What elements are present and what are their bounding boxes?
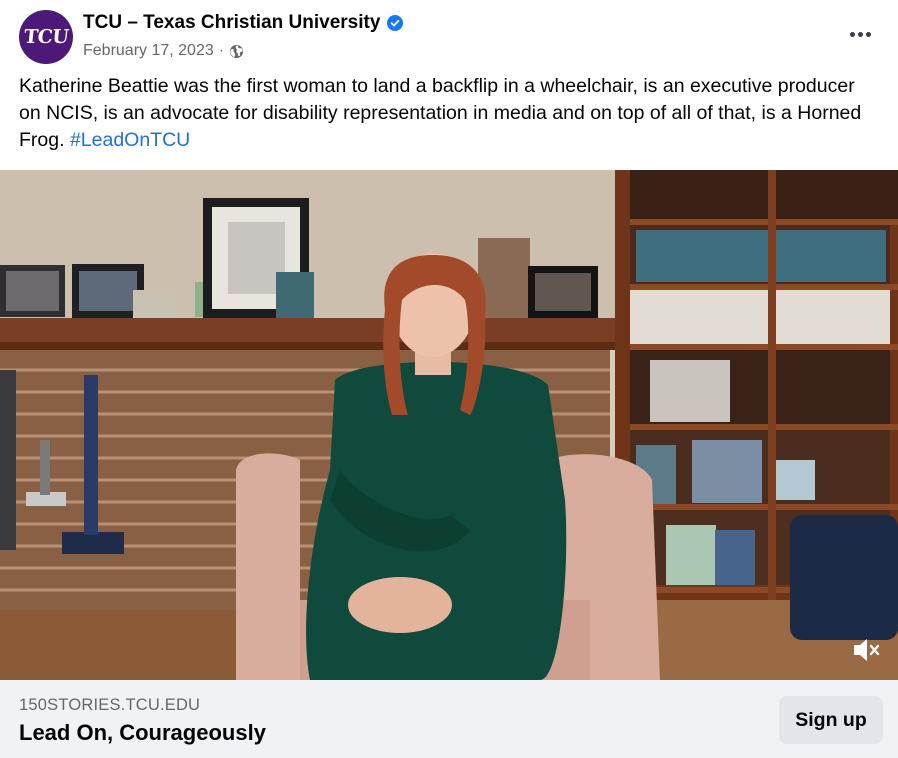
link-title[interactable]: Lead On, Courageously — [19, 720, 266, 746]
sign-up-button[interactable]: Sign up — [779, 696, 883, 744]
post-meta: February 17, 2023 · — [83, 42, 244, 60]
verified-badge-icon — [387, 15, 404, 31]
page-name-row: TCU – Texas Christian University — [83, 12, 404, 34]
page-name-link[interactable]: TCU – Texas Christian University — [83, 12, 380, 34]
link-preview[interactable]: 150STORIES.TCU.EDU Lead On, Courageously… — [0, 680, 898, 758]
more-options-button[interactable] — [842, 20, 878, 48]
more-horizontal-icon — [865, 31, 871, 37]
hashtag-link[interactable]: #LeadOnTCU — [70, 129, 190, 151]
post-date-link[interactable]: February 17, 2023 — [83, 42, 214, 60]
link-domain: 150STORIES.TCU.EDU — [19, 696, 201, 714]
globe-icon — [229, 44, 244, 59]
post-header: TCU TCU – Texas Christian University Feb… — [0, 0, 898, 70]
post-caption: Katherine Beattie was the first woman to… — [19, 73, 869, 154]
avatar-logo-text: TCU — [22, 26, 70, 48]
muted-speaker-icon[interactable] — [852, 636, 882, 664]
video-frame — [0, 170, 898, 680]
more-horizontal-icon — [849, 31, 855, 37]
page-avatar[interactable]: TCU — [19, 10, 73, 64]
video-player[interactable] — [0, 170, 898, 680]
more-horizontal-icon — [857, 31, 863, 37]
meta-separator: · — [218, 42, 225, 59]
